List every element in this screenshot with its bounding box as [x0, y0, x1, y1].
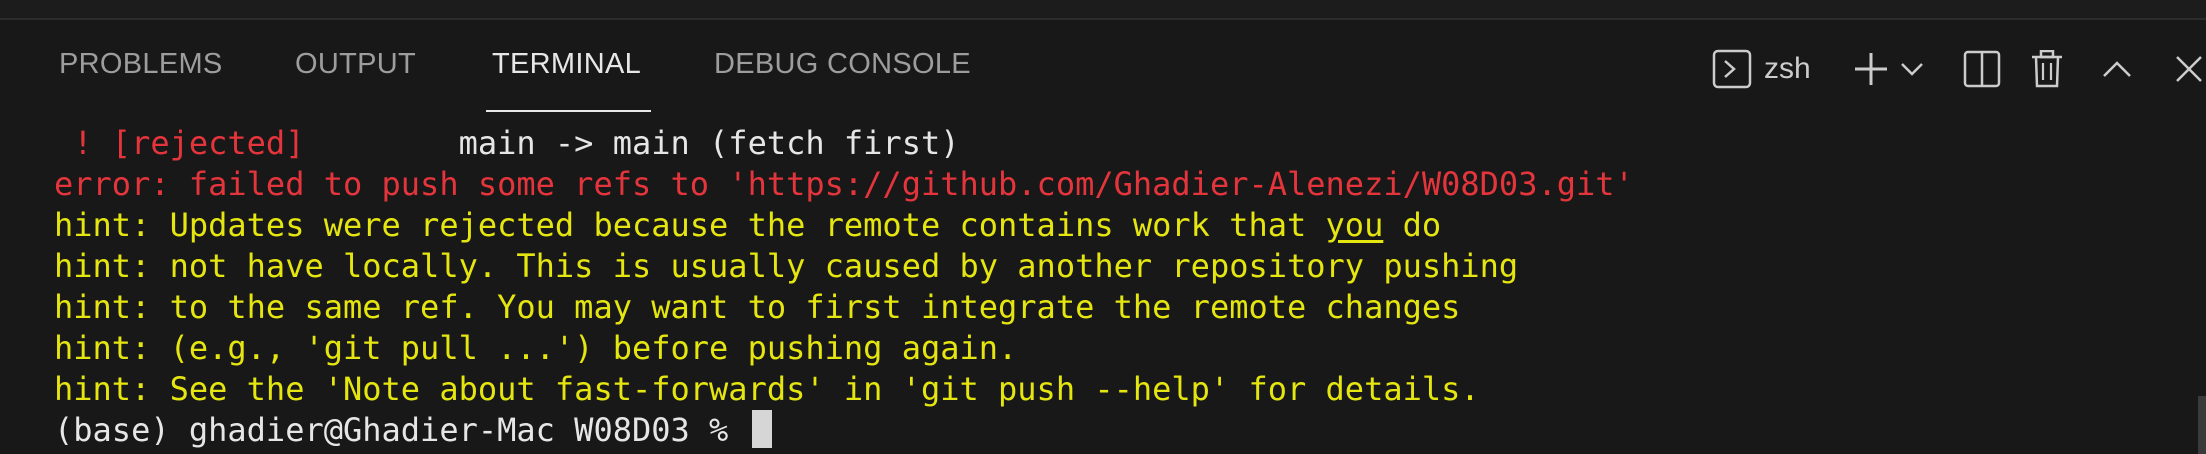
terminal-icon [1712, 49, 1752, 89]
chevron-up-icon [2102, 59, 2132, 79]
terminal-prompt-line: (base) ghadier@Ghadier-Mac W08D03 % [54, 410, 772, 451]
terminal-line: hint: Updates were rejected because the … [54, 205, 1441, 246]
tab-problems[interactable]: PROBLEMS [59, 48, 223, 81]
hint-text: do [1383, 206, 1442, 244]
panel-tab-bar: PROBLEMS OUTPUT TERMINAL DEBUG CONSOLE [0, 20, 1700, 115]
terminal-scrollbar[interactable] [2198, 396, 2206, 454]
kill-terminal-button[interactable] [2029, 46, 2065, 92]
trash-icon [2031, 50, 2063, 88]
split-icon [1963, 50, 2001, 88]
terminal-actions: zsh [1686, 20, 2206, 115]
close-icon [2174, 54, 2204, 84]
rejected-label: ! [rejected] [54, 124, 305, 162]
terminal-shell-selector[interactable]: zsh [1712, 46, 1811, 92]
prompt: (base) ghadier@Ghadier-Mac W08D03 % [54, 411, 748, 449]
tab-debug-console[interactable]: DEBUG CONSOLE [714, 48, 971, 81]
terminal-line: hint: not have locally. This is usually … [54, 247, 1519, 285]
terminal-line: ! [rejected] main -> main (fetch first) [54, 123, 959, 164]
tab-terminal[interactable]: TERMINAL [492, 48, 641, 81]
active-tab-indicator [486, 110, 651, 112]
hint-link[interactable]: you [1326, 206, 1384, 244]
terminal-line: hint: See the 'Note about fast-forwards'… [54, 370, 1480, 408]
editor-bottom-border [0, 0, 2206, 20]
close-panel-button[interactable] [2172, 46, 2206, 92]
split-terminal-button[interactable] [1962, 46, 2002, 92]
chevron-down-icon [1900, 61, 1924, 77]
tab-output[interactable]: OUTPUT [295, 48, 416, 81]
plus-icon [1852, 50, 1890, 88]
terminal-output[interactable]: ! [rejected] main -> main (fetch first) … [0, 120, 2206, 454]
terminal-line: hint: to the same ref. You may want to f… [54, 288, 1461, 326]
terminal-line: hint: (e.g., 'git pull ...') before push… [54, 329, 1018, 367]
terminal-cursor [751, 410, 772, 448]
maximize-panel-button[interactable] [2099, 46, 2135, 92]
new-terminal-button[interactable] [1851, 46, 1891, 92]
ref-update: main -> main (fetch first) [304, 124, 960, 162]
shell-name: zsh [1764, 52, 1811, 85]
launch-profile-button[interactable] [1899, 46, 1925, 92]
terminal-line: error: failed to push some refs to 'http… [54, 165, 1634, 203]
hint-text: hint: Updates were rejected because the … [54, 206, 1326, 244]
